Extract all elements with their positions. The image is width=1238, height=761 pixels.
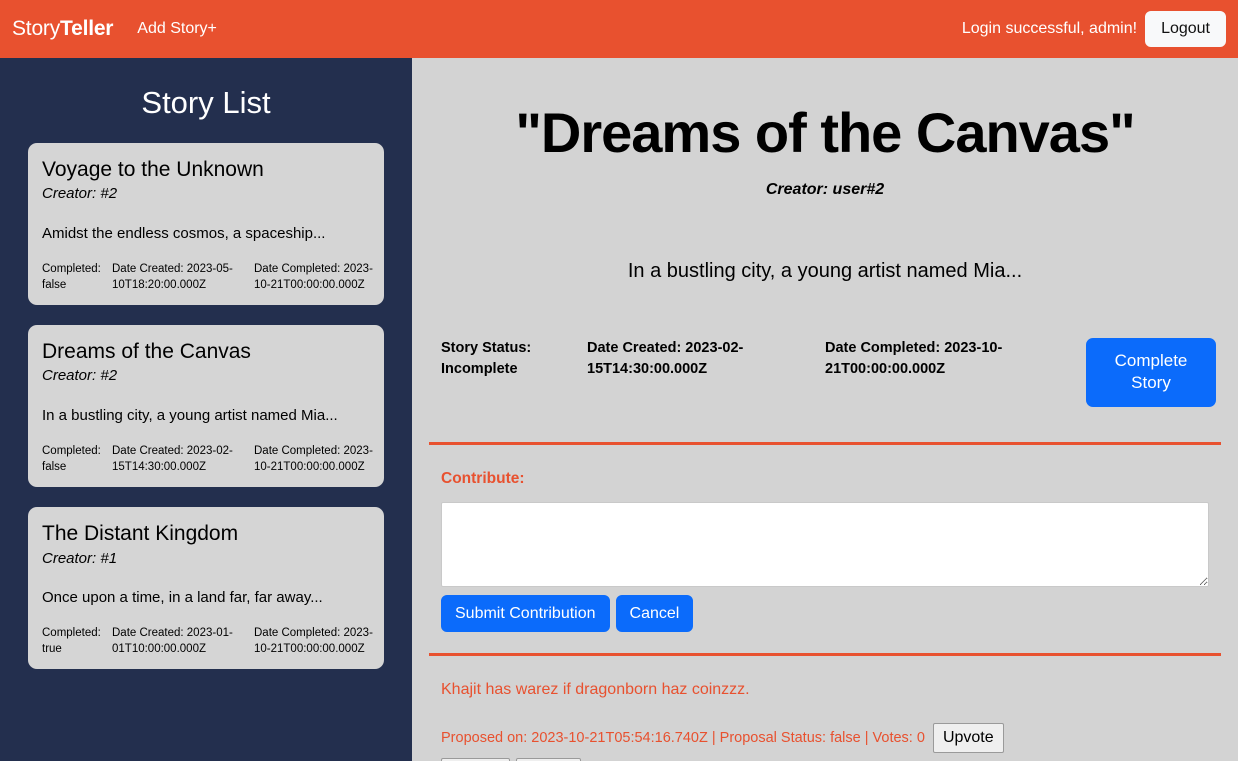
story-card-completed: Completed: false [42,445,101,473]
page-body: Story List Voyage to the Unknown Creator… [0,58,1238,761]
section-divider [429,441,1221,445]
top-navbar: StoryTeller Add Story+ Login successful,… [0,0,1238,58]
story-card-meta: Completed: false Date Created: 2023-05-1… [42,262,373,293]
story-card-title: Voyage to the Unknown [42,158,264,182]
story-card-meta: Completed: false Date Created: 2023-02-1… [42,444,373,475]
story-card-date-created: Date Created: 2023-05-10T18:20:00.000Z [112,263,233,291]
upvote-button[interactable]: Upvote [932,723,1004,753]
story-card-date-completed: Date Completed: 2023-10-21T00:00:00.000Z [254,445,373,473]
story-list-item[interactable]: Dreams of the Canvas Creator: #2 In a bu… [28,325,384,488]
story-card-meta: Completed: true Date Created: 2023-01-01… [42,626,373,657]
nav-add-story-link[interactable]: Add Story+ [137,20,217,38]
story-card-date-created: Date Created: 2023-02-15T14:30:00.000Z [112,445,233,473]
story-card-title: The Distant Kingdom [42,522,239,546]
contribute-actions: Submit Contribution Cancel [441,594,1209,632]
story-list-item[interactable]: The Distant Kingdom Creator: #1 Once upo… [28,507,384,670]
story-card-completed: Completed: true [42,627,101,655]
story-card-date-created: Date Created: 2023-01-01T10:00:00.000Z [112,627,233,655]
story-card-date-completed: Date Completed: 2023-10-21T00:00:00.000Z [254,263,373,291]
story-card-creator: Creator: #1 [42,549,118,567]
complete-story-button[interactable]: Complete Story [1086,338,1216,407]
story-card-excerpt: Amidst the endless cosmos, a spaceship..… [42,224,326,242]
story-status-row: Story Status: Incomplete Date Created: 2… [424,338,1226,407]
story-list-sidebar: Story List Voyage to the Unknown Creator… [0,58,412,761]
section-divider [429,652,1221,656]
login-status-message: Login successful, admin! [961,20,1138,37]
story-creator: Creator: user#2 [765,181,885,199]
proposal-section: Khajit has warez if dragonborn haz coinz… [424,679,1226,761]
story-date-created: Date Created: 2023-02-15T14:30:00.000Z [587,340,744,378]
brand-prefix: Story [12,17,61,40]
story-card-completed: Completed: false [42,263,101,291]
story-list-title: Story List [141,85,271,120]
cancel-button[interactable]: Cancel [615,594,694,632]
submit-contribution-button[interactable]: Submit Contribution [441,594,610,632]
proposal-meta-row: Proposed on: 2023-10-21T05:54:16.740Z | … [441,723,1209,753]
proposal-meta: Proposed on: 2023-10-21T05:54:16.740Z | … [441,729,925,746]
brand-logo[interactable]: StoryTeller [12,17,113,41]
proposal-text: Khajit has warez if dragonborn haz coinz… [441,680,750,698]
story-card-creator: Creator: #2 [42,367,118,385]
page-title: "Dreams of the Canvas" [515,101,1135,164]
brand-suffix: Teller [60,17,114,40]
story-body-text: In a bustling city, a young artist named… [627,260,1023,283]
story-list-item[interactable]: Voyage to the Unknown Creator: #2 Amidst… [28,143,384,306]
story-card-creator: Creator: #2 [42,185,118,203]
story-card-title: Dreams of the Canvas [42,340,251,364]
contribute-label: Contribute: [441,469,525,487]
story-card-excerpt: Once upon a time, in a land far, far awa… [42,589,323,606]
story-card-excerpt: In a bustling city, a young artist named… [42,406,338,424]
story-detail-panel: "Dreams of the Canvas" Creator: user#2 I… [412,58,1238,761]
contribute-section: Contribute: Submit Contribution Cancel [424,470,1226,632]
story-status: Story Status: Incomplete [441,340,532,378]
contribute-input[interactable] [441,501,1209,587]
navbar-right-group: Login successful, admin! Logout [961,11,1226,47]
story-date-completed: Date Completed: 2023-10-21T00:00:00.000Z [825,340,1003,378]
story-card-date-completed: Date Completed: 2023-10-21T00:00:00.000Z [254,627,373,655]
logout-button[interactable]: Logout [1145,11,1226,47]
